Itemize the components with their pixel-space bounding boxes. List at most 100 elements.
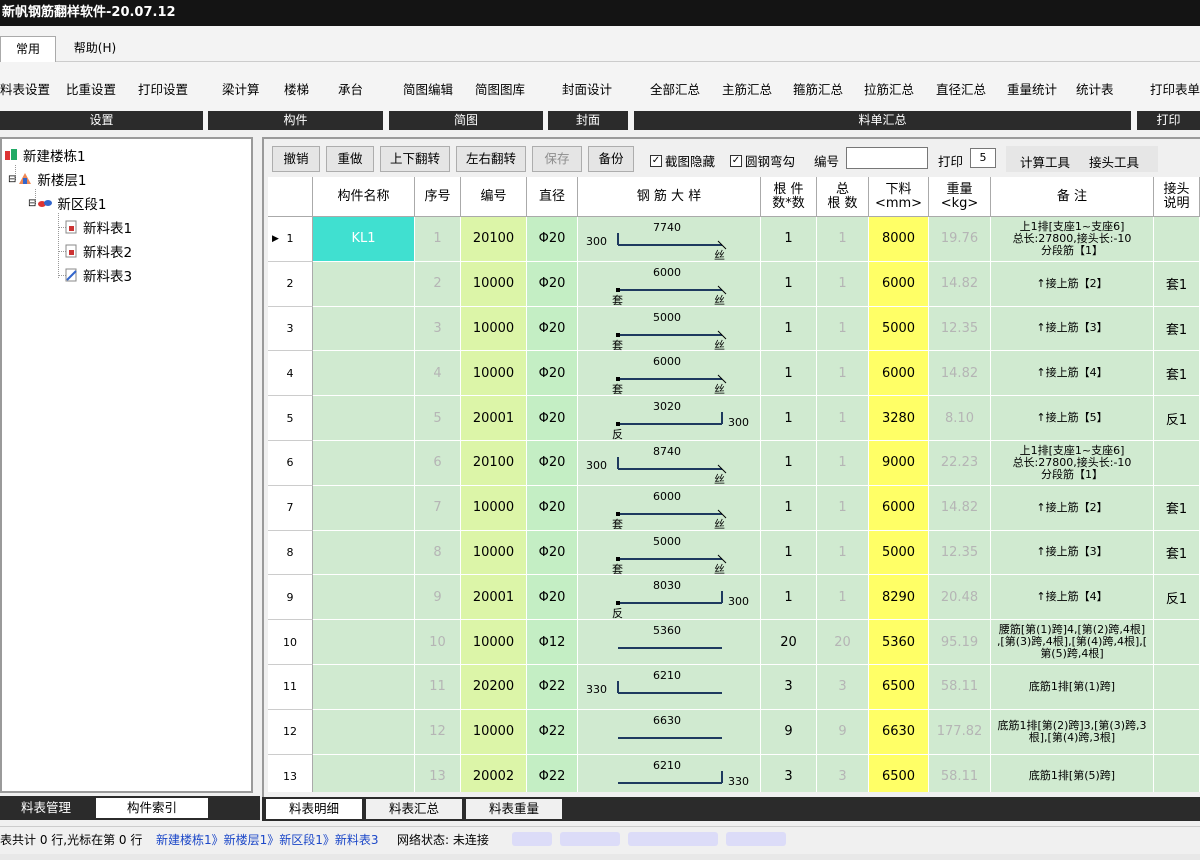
header-diameter[interactable]: 直径 — [527, 177, 578, 217]
cell-joint[interactable] — [1154, 441, 1200, 486]
cell-cut-length[interactable]: 6500 — [869, 665, 929, 710]
cell-cut-length[interactable]: 5000 — [869, 306, 929, 352]
cell-seq[interactable]: 9 — [415, 575, 461, 621]
cell-count[interactable]: 1 — [761, 441, 817, 486]
cell-cut-length[interactable]: 8290 — [869, 575, 929, 621]
cell-weight[interactable]: 58.11 — [929, 665, 991, 710]
row-number[interactable]: 5 — [268, 396, 313, 441]
tree-sheet-3[interactable]: 新料表3 — [64, 265, 132, 285]
row-number[interactable]: 12 — [268, 709, 313, 755]
backup-button[interactable]: 备份 — [588, 146, 634, 172]
print-form-button[interactable]: 打印表单 — [1150, 79, 1200, 98]
cell-shape[interactable]: 6210 330 — [578, 665, 761, 710]
cell-shape[interactable]: 6000 套 丝 — [578, 485, 761, 531]
print-count-input[interactable]: 5 — [970, 148, 996, 168]
cell-joint[interactable]: 套1 — [1154, 485, 1200, 531]
header-seq[interactable]: 序号 — [415, 177, 461, 217]
cell-code[interactable]: 10000 — [461, 306, 527, 352]
cell-code[interactable]: 20001 — [461, 396, 527, 441]
collapse-icon[interactable]: ⊟ — [8, 174, 16, 185]
cell-total[interactable]: 1 — [817, 306, 869, 352]
cell-note[interactable]: 底筋1排[第(2)跨]3,[第(3)跨,3 根],[第(4)跨,3根] — [991, 709, 1154, 755]
tab-component-index[interactable]: 构件索引 — [96, 798, 208, 818]
cell-seq[interactable]: 1 — [415, 217, 461, 262]
cell-name[interactable] — [313, 620, 415, 665]
cell-diameter[interactable]: Φ20 — [527, 485, 578, 531]
cell-total[interactable]: 1 — [817, 217, 869, 262]
cell-count[interactable]: 1 — [761, 217, 817, 262]
tree-sheet-2[interactable]: 新料表2 — [64, 241, 132, 261]
sketch-edit-button[interactable]: 简图编辑 — [403, 79, 453, 98]
cell-shape[interactable]: 6000 套 丝 — [578, 351, 761, 396]
joint-tool-button[interactable]: 接头工具 — [1089, 152, 1139, 171]
cell-cut-length[interactable]: 6500 — [869, 754, 929, 792]
cell-shape[interactable]: 6000 套 丝 — [578, 261, 761, 307]
cell-joint[interactable]: 套1 — [1154, 530, 1200, 576]
cell-code[interactable]: 10000 — [461, 709, 527, 755]
summary-diameter-button[interactable]: 直径汇总 — [936, 79, 986, 98]
cell-diameter[interactable]: Φ22 — [527, 709, 578, 755]
cell-shape[interactable]: 5360 — [578, 620, 761, 665]
cell-name[interactable] — [313, 485, 415, 531]
summary-stirrup-button[interactable]: 箍筋汇总 — [793, 79, 843, 98]
cell-name[interactable] — [313, 575, 415, 621]
sheet-settings-button[interactable]: 料表设置 — [0, 79, 50, 98]
cell-cut-length[interactable]: 5360 — [869, 620, 929, 665]
cell-cut-length[interactable]: 5000 — [869, 530, 929, 576]
tab-sheet-weight[interactable]: 料表重量 — [466, 799, 562, 819]
cell-note[interactable]: 底筋1排[第(5)跨] — [991, 754, 1154, 792]
cell-note[interactable]: ↑接上筋【2】 — [991, 485, 1154, 531]
cell-total[interactable]: 9 — [817, 709, 869, 755]
cell-diameter[interactable]: Φ20 — [527, 441, 578, 486]
cell-weight[interactable]: 14.82 — [929, 261, 991, 307]
tree-floor[interactable]: ⊟ 新楼层1 — [8, 169, 86, 189]
cell-count[interactable]: 9 — [761, 709, 817, 755]
cell-shape[interactable]: 6630 — [578, 709, 761, 755]
cell-seq[interactable]: 7 — [415, 485, 461, 531]
cell-code[interactable]: 10000 — [461, 351, 527, 397]
cell-total[interactable]: 1 — [817, 485, 869, 531]
cell-total[interactable]: 1 — [817, 575, 869, 621]
cell-shape[interactable]: 8740 300 丝 — [578, 441, 761, 486]
cell-total[interactable]: 20 — [817, 620, 869, 665]
cell-shape[interactable]: 5000 套 丝 — [578, 530, 761, 576]
cell-seq[interactable]: 12 — [415, 709, 461, 755]
cell-note[interactable]: ↑接上筋【2】 — [991, 261, 1154, 307]
cell-joint[interactable] — [1154, 754, 1200, 792]
cell-cut-length[interactable]: 6630 — [869, 709, 929, 755]
cell-note[interactable]: 底筋1排[第(1)跨] — [991, 665, 1154, 710]
cell-cut-length[interactable]: 6000 — [869, 485, 929, 531]
row-number[interactable]: 8 — [268, 530, 313, 576]
cell-weight[interactable]: 12.35 — [929, 306, 991, 352]
cell-total[interactable]: 1 — [817, 261, 869, 307]
cell-shape[interactable]: 8030 300 反 — [578, 575, 761, 620]
cell-count[interactable]: 1 — [761, 575, 817, 621]
cell-shape[interactable]: 7740 300 丝 — [578, 217, 761, 262]
cell-joint[interactable] — [1154, 217, 1200, 262]
cell-joint[interactable] — [1154, 620, 1200, 665]
cell-total[interactable]: 3 — [817, 754, 869, 792]
cell-weight[interactable]: 20.48 — [929, 575, 991, 621]
cell-name[interactable] — [313, 351, 415, 397]
cell-weight[interactable]: 95.19 — [929, 620, 991, 665]
cell-note[interactable]: ↑接上筋【3】 — [991, 306, 1154, 352]
cell-count[interactable]: 1 — [761, 530, 817, 576]
cell-weight[interactable]: 19.76 — [929, 217, 991, 262]
cell-total[interactable]: 1 — [817, 530, 869, 576]
cell-count[interactable]: 1 — [761, 485, 817, 531]
cell-diameter[interactable]: Φ20 — [527, 575, 578, 621]
calc-tool-button[interactable]: 计算工具 — [1020, 152, 1070, 171]
cell-joint[interactable]: 套1 — [1154, 261, 1200, 307]
row-number[interactable]: 3 — [268, 306, 313, 352]
row-number[interactable]: 1 ▶ — [268, 217, 313, 262]
row-number[interactable]: 10 — [268, 620, 313, 665]
cell-seq[interactable]: 2 — [415, 261, 461, 307]
cell-seq[interactable]: 4 — [415, 351, 461, 397]
summary-all-button[interactable]: 全部汇总 — [650, 79, 700, 98]
beam-calc-button[interactable]: 梁计算 — [222, 79, 260, 98]
row-number[interactable]: 9 — [268, 575, 313, 621]
cell-note[interactable]: ↑接上筋【4】 — [991, 575, 1154, 621]
cell-note[interactable]: ↑接上筋【5】 — [991, 396, 1154, 441]
cell-seq[interactable]: 8 — [415, 530, 461, 576]
cell-note[interactable]: 上1排[支座1~支座6] 总长:27800,接头长:-10 分段筋【1】 — [991, 441, 1154, 486]
